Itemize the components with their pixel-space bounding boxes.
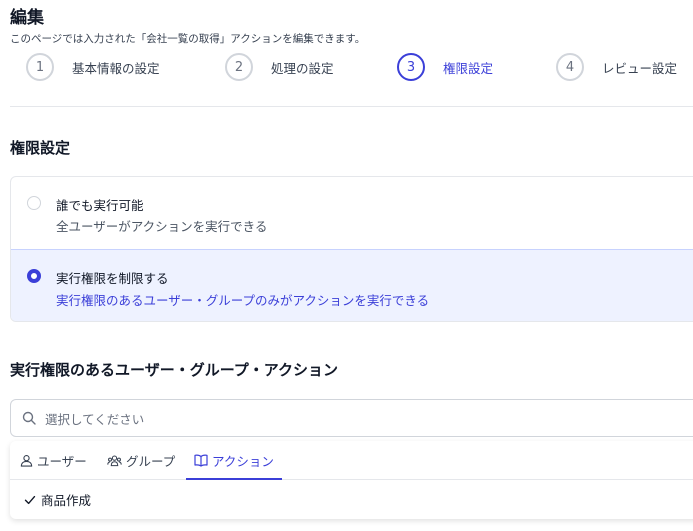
step-label: 基本情報の設定 [72,60,160,76]
step-label: 権限設定 [443,60,494,76]
list-item[interactable]: 商品作成 [24,490,91,509]
radio-option-anyone[interactable]: 誰でも実行可能 全ユーザーがアクションを実行できる [11,177,693,249]
user-icon [20,454,33,467]
tab-actions[interactable]: アクション [186,441,282,480]
option-description: 実行権限のあるユーザー・グループのみがアクションを実行できる [56,293,430,308]
search-box [10,399,693,437]
step-processing[interactable]: 2 処理の設定 [225,53,334,81]
step-review[interactable]: 4 レビュー設定 [556,53,677,81]
permission-section-title: 権限設定 [10,139,71,157]
step-number: 1 [26,53,54,81]
check-icon [24,495,36,504]
step-label: レビュー設定 [602,60,678,76]
divider [10,106,693,107]
step-basic-info[interactable]: 1 基本情報の設定 [26,53,160,81]
option-title: 実行権限を制限する [56,271,169,286]
stepper: 1 基本情報の設定 2 処理の設定 3 権限設定 4 レビュー設定 [0,53,693,85]
search-input[interactable] [43,408,647,430]
access-section-title: 実行権限のあるユーザー・グループ・アクション [10,361,339,379]
step-number: 2 [225,53,253,81]
permission-radio-group: 誰でも実行可能 全ユーザーがアクションを実行できる 実行権限を制限する 実行権限… [10,176,693,322]
dropdown-panel: ユーザー グループ アクション 商品作成 [10,441,693,519]
tab-label: ユーザー [37,453,87,469]
step-permission[interactable]: 3 権限設定 [397,53,493,81]
option-description: 全ユーザーがアクションを実行できる [56,219,268,234]
radio-option-restricted[interactable]: 実行権限を制限する 実行権限のあるユーザー・グループのみがアクションを実行できる [11,249,693,321]
dropdown-tabs: ユーザー グループ アクション [10,441,693,480]
tab-groups[interactable]: グループ [107,441,175,479]
tab-users[interactable]: ユーザー [20,441,87,479]
book-icon [194,454,208,467]
tab-label: アクション [212,453,274,469]
step-number: 3 [397,53,425,81]
step-number: 4 [556,53,584,81]
tab-label: グループ [126,453,176,469]
page-title: 編集 [10,8,44,28]
search-icon [22,411,36,425]
step-label: 処理の設定 [271,60,334,76]
radio-button-selected[interactable] [27,269,41,283]
radio-button[interactable] [27,196,41,210]
page-description: このページでは入力された「会社一覧の取得」アクションを編集できます。 [10,33,366,45]
list-item-label: 商品作成 [41,493,92,508]
group-icon [107,455,122,466]
option-title: 誰でも実行可能 [56,198,144,213]
